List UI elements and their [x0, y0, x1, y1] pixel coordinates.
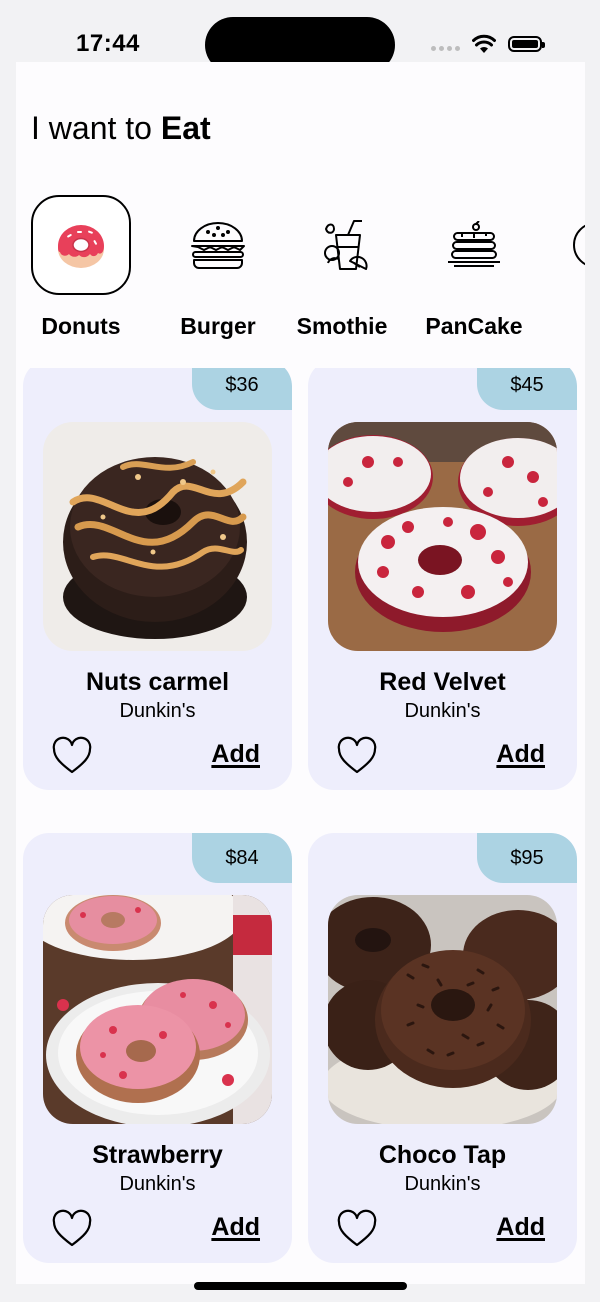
- product-card[interactable]: $95 Choco Tap Dunkin's Add: [308, 833, 577, 1263]
- home-indicator[interactable]: [194, 1282, 407, 1290]
- price-tag: $45: [477, 368, 577, 410]
- category-label: Smothie: [296, 313, 388, 339]
- product-image-red-velvet: [328, 422, 557, 651]
- product-image-nuts-carmel: [43, 422, 272, 651]
- category-donuts[interactable]: Donuts: [26, 195, 136, 340]
- battery-icon: [508, 36, 545, 52]
- category-label: Burger: [180, 313, 256, 339]
- status-time: 17:44: [76, 30, 140, 57]
- product-brand: Dunkin's: [119, 1173, 196, 1195]
- category-smothie[interactable]: Smothie: [287, 195, 397, 340]
- burger-icon: [191, 222, 245, 269]
- category-icon-box: [31, 195, 131, 295]
- pizza-icon: [573, 224, 585, 266]
- app-screen: I want to Eat Donuts Burger Smothie PanC…: [16, 62, 585, 1284]
- product-name: Strawberry: [92, 1141, 223, 1169]
- product-image-choco-tap: [328, 895, 557, 1124]
- category-label: P: [541, 313, 585, 340]
- add-button[interactable]: Add: [211, 740, 260, 769]
- price-tag: $84: [192, 833, 292, 883]
- smoothie-icon: [324, 220, 368, 270]
- product-name: Nuts carmel: [85, 668, 230, 696]
- favorite-heart-icon[interactable]: [336, 736, 378, 776]
- title-prefix: I want to: [31, 110, 161, 146]
- cellular-signal-icon: [431, 46, 461, 52]
- add-button[interactable]: Add: [496, 1213, 545, 1242]
- product-brand: Dunkin's: [119, 700, 196, 722]
- page-title: I want to Eat: [31, 110, 211, 147]
- category-icon-box: [546, 195, 585, 295]
- wifi-icon: [472, 34, 496, 53]
- category-icon-box: [168, 195, 268, 295]
- product-card[interactable]: $36 Nuts carmel Dunkin's Add: [23, 368, 292, 790]
- product-card[interactable]: $45 Red Velvet Dunkin's Add: [308, 368, 577, 790]
- product-image-strawberry: [43, 895, 272, 1124]
- donut-icon: [58, 225, 104, 268]
- status-bar: 17:44: [0, 0, 600, 73]
- product-name: Red Velvet: [379, 668, 506, 696]
- category-label: Donuts: [41, 313, 121, 339]
- favorite-heart-icon[interactable]: [336, 1209, 378, 1249]
- favorite-heart-icon[interactable]: [51, 1209, 93, 1249]
- category-icon-box: [292, 195, 392, 295]
- price-tag: $95: [477, 833, 577, 883]
- favorite-heart-icon[interactable]: [51, 736, 93, 776]
- pancake-icon: [448, 221, 500, 267]
- title-emphasis: Eat: [160, 110, 211, 146]
- product-card[interactable]: $84 Strawberry Dunkin's Add: [23, 833, 292, 1263]
- category-bar: Donuts Burger Smothie PanCake: [16, 195, 585, 355]
- category-pizza[interactable]: P: [541, 195, 585, 340]
- product-brand: Dunkin's: [404, 1173, 481, 1195]
- add-button[interactable]: Add: [496, 740, 545, 769]
- category-icon-box: [424, 195, 524, 295]
- category-label: PanCake: [425, 313, 523, 339]
- category-pancake[interactable]: PanCake: [419, 195, 529, 340]
- product-brand: Dunkin's: [404, 700, 481, 722]
- price-tag: $36: [192, 368, 292, 410]
- category-burger[interactable]: Burger: [163, 195, 273, 340]
- product-name: Choco Tap: [378, 1141, 507, 1169]
- add-button[interactable]: Add: [211, 1213, 260, 1242]
- product-grid: $36 Nuts carmel Dunkin's Add $45 Red Vel…: [16, 368, 585, 1284]
